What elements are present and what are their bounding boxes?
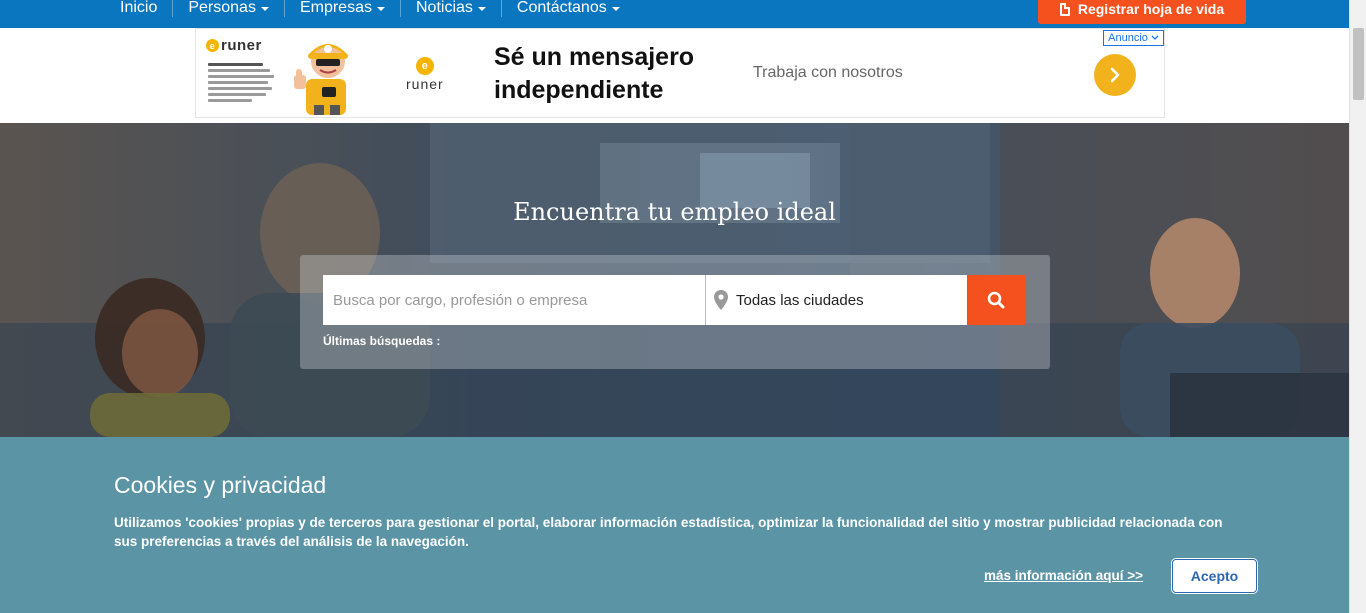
- chevron-right-icon: [1110, 67, 1120, 83]
- ad-banner[interactable]: e runer e runer Sé un mensajero independ…: [195, 28, 1165, 118]
- caret-down-icon: [376, 6, 385, 11]
- search-button[interactable]: [967, 275, 1025, 325]
- register-cv-button[interactable]: Registrar hoja de vida: [1038, 0, 1246, 24]
- scrollbar-thumb[interactable]: [1353, 28, 1364, 100]
- caret-down-icon: [477, 6, 486, 11]
- job-search-panel: Busca por cargo, profesión o empresa Tod…: [300, 255, 1050, 369]
- ad-next-button[interactable]: [1094, 54, 1136, 96]
- nav-item-label: Contáctanos: [516, 0, 607, 16]
- nav-item-noticias[interactable]: Noticias: [401, 0, 502, 17]
- cookie-text: Utilizamos 'cookies' propias y de tercer…: [114, 515, 1223, 549]
- runer-logo-text: runer: [406, 76, 444, 92]
- runer-logo-text: runer: [221, 37, 262, 54]
- hero-title: Encuentra tu empleo ideal: [513, 198, 836, 226]
- register-cv-label: Registrar hoja de vida: [1077, 1, 1225, 17]
- ad-badge-label: Anuncio: [1108, 32, 1148, 44]
- ad-choices-badge[interactable]: Anuncio: [1103, 30, 1164, 46]
- ad-headline: Sé un mensajero independiente: [494, 43, 695, 104]
- search-icon: [987, 291, 1005, 309]
- nav-item-label: Personas: [188, 0, 256, 16]
- cookie-accept-button[interactable]: Acepto: [1172, 559, 1257, 593]
- runer-logo-icon: e: [206, 39, 219, 52]
- map-pin-icon: [714, 290, 728, 310]
- cookie-title: Cookies y privacidad: [114, 472, 327, 498]
- runer-logo-center: e runer: [406, 57, 444, 92]
- search-placeholder: Busca por cargo, profesión o empresa: [333, 291, 588, 309]
- hero-section: Encuentra tu empleo ideal Busca por carg…: [0, 123, 1349, 437]
- top-navbar: Inicio Personas Empresas Noticias Contác…: [0, 0, 1349, 28]
- courier-mascot-icon: [294, 44, 348, 115]
- nav-item-inicio[interactable]: Inicio: [105, 0, 174, 17]
- vertical-scrollbar[interactable]: [1349, 0, 1366, 613]
- nav-item-label: Inicio: [120, 0, 158, 16]
- caret-down-icon: [260, 6, 269, 11]
- ad-flyer-image: e runer: [200, 33, 290, 115]
- nav-item-label: Empresas: [299, 0, 372, 16]
- cookie-banner: Cookies y privacidad Utilizamos 'cookies…: [0, 437, 1349, 613]
- nav-menu: Inicio Personas Empresas Noticias Contác…: [105, 0, 635, 28]
- document-icon: [1059, 2, 1070, 16]
- nav-item-contactanos[interactable]: Contáctanos: [502, 0, 635, 17]
- ad-subtext: Trabaja con nosotros: [753, 64, 903, 81]
- cookie-more-info-link[interactable]: más información aquí >>: [984, 568, 1143, 583]
- nav-item-empresas[interactable]: Empresas: [285, 0, 401, 17]
- chevron-down-icon: [1151, 35, 1159, 40]
- runer-logo: e runer: [206, 37, 262, 54]
- flyer-text-lines: [208, 63, 278, 105]
- last-searches-label: Últimas búsquedas :: [323, 334, 441, 348]
- nav-item-personas[interactable]: Personas: [173, 0, 285, 17]
- city-select-value: Todas las ciudades: [736, 291, 864, 309]
- city-select[interactable]: Todas las ciudades: [705, 275, 967, 325]
- caret-down-icon: [611, 6, 620, 11]
- nav-item-label: Noticias: [415, 0, 473, 16]
- job-search-input[interactable]: Busca por cargo, profesión o empresa: [323, 275, 705, 325]
- runer-logo-icon: e: [415, 57, 434, 75]
